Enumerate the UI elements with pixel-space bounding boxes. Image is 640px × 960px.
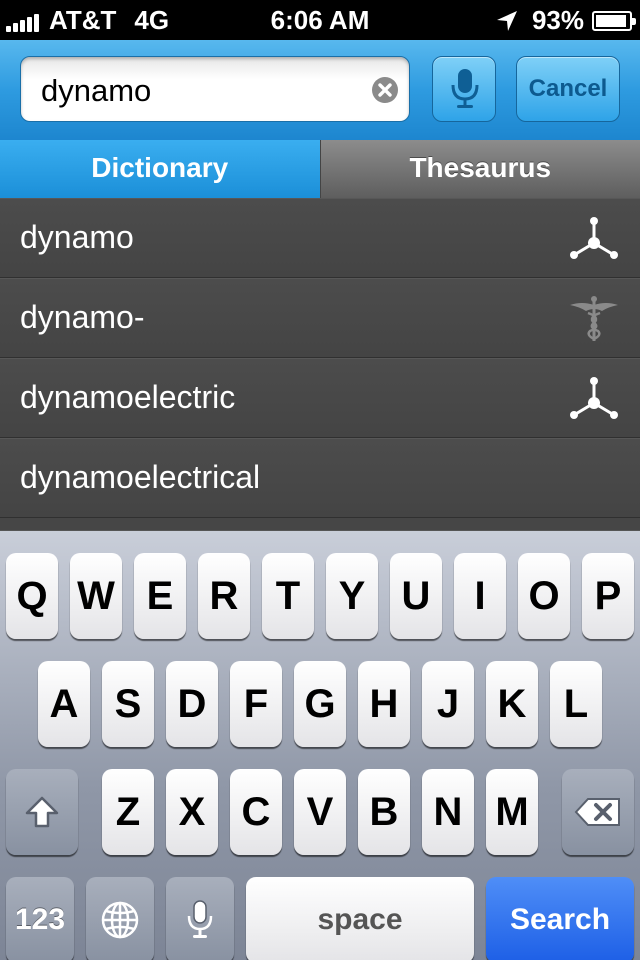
dictation-key[interactable] <box>166 877 234 960</box>
shift-key[interactable] <box>6 769 78 855</box>
search-input[interactable]: dynamo <box>20 56 410 122</box>
key-t[interactable]: T <box>262 553 314 639</box>
caduceus-medical-icon <box>570 296 618 341</box>
shift-arrow-icon <box>25 796 59 828</box>
battery-fill <box>596 14 626 27</box>
delete-key[interactable] <box>562 769 634 855</box>
result-word: dynamoelectrical <box>20 459 261 495</box>
key-h[interactable]: H <box>358 661 410 747</box>
keyboard: Q W E R T Y U I O P A S D F G H J K L Z … <box>0 530 640 960</box>
key-a[interactable]: A <box>38 661 90 747</box>
globe-icon <box>101 901 139 939</box>
battery-icon <box>592 10 636 31</box>
key-o[interactable]: O <box>518 553 570 639</box>
key-f[interactable]: F <box>230 661 282 747</box>
key-s[interactable]: S <box>102 661 154 747</box>
result-word: dynamo- <box>20 299 145 335</box>
key-y[interactable]: Y <box>326 553 378 639</box>
search-query-text[interactable]: dynamo <box>41 73 151 109</box>
microphone-icon <box>187 900 213 938</box>
result-word: dynamoelectric <box>20 379 236 415</box>
list-item[interactable]: dynamoelectric <box>0 358 640 438</box>
tab-thesaurus[interactable]: Thesaurus <box>319 140 640 198</box>
key-c[interactable]: C <box>230 769 282 855</box>
battery-percent: 93% <box>531 5 584 35</box>
key-d[interactable]: D <box>166 661 218 747</box>
key-x[interactable]: X <box>166 769 218 855</box>
space-key[interactable]: space <box>246 877 474 960</box>
key-g[interactable]: G <box>294 661 346 747</box>
key-m[interactable]: M <box>486 769 538 855</box>
list-item[interactable]: dynamo <box>0 198 640 278</box>
key-n[interactable]: N <box>422 769 474 855</box>
key-j[interactable]: J <box>422 661 474 747</box>
voice-search-button[interactable] <box>432 56 496 122</box>
network-science-icon <box>570 217 618 259</box>
key-b[interactable]: B <box>358 769 410 855</box>
results-list: dynamo dynamo- dynamoelectric dynamoelec… <box>0 198 640 530</box>
backspace-icon <box>574 798 620 826</box>
location-arrow-icon <box>496 10 517 31</box>
key-r[interactable]: R <box>198 553 250 639</box>
microphone-icon <box>451 69 479 108</box>
globe-key[interactable] <box>86 877 154 960</box>
list-item[interactable]: dynamo- <box>0 278 640 358</box>
key-z[interactable]: Z <box>102 769 154 855</box>
key-i[interactable]: I <box>454 553 506 639</box>
segmented-tabs: Dictionary Thesaurus <box>0 140 640 198</box>
search-bar: dynamo Cancel <box>0 40 640 140</box>
cancel-button[interactable]: Cancel <box>516 56 620 122</box>
result-word: dynamo <box>20 219 134 255</box>
key-w[interactable]: W <box>70 553 122 639</box>
key-l[interactable]: L <box>550 661 602 747</box>
clear-search-icon[interactable] <box>371 76 399 104</box>
status-bar: AT&T 4G 6:06 AM 93% <box>0 0 640 40</box>
key-e[interactable]: E <box>134 553 186 639</box>
key-k[interactable]: K <box>486 661 538 747</box>
status-right: 93% <box>496 5 636 36</box>
key-u[interactable]: U <box>390 553 442 639</box>
key-q[interactable]: Q <box>6 553 58 639</box>
tab-dictionary[interactable]: Dictionary <box>0 140 320 198</box>
search-key[interactable]: Search <box>486 877 634 960</box>
key-v[interactable]: V <box>294 769 346 855</box>
list-item[interactable]: dynamoelectrical <box>0 438 640 518</box>
key-p[interactable]: P <box>582 553 634 639</box>
numbers-key[interactable]: 123 <box>6 877 74 960</box>
network-science-icon <box>570 377 618 419</box>
